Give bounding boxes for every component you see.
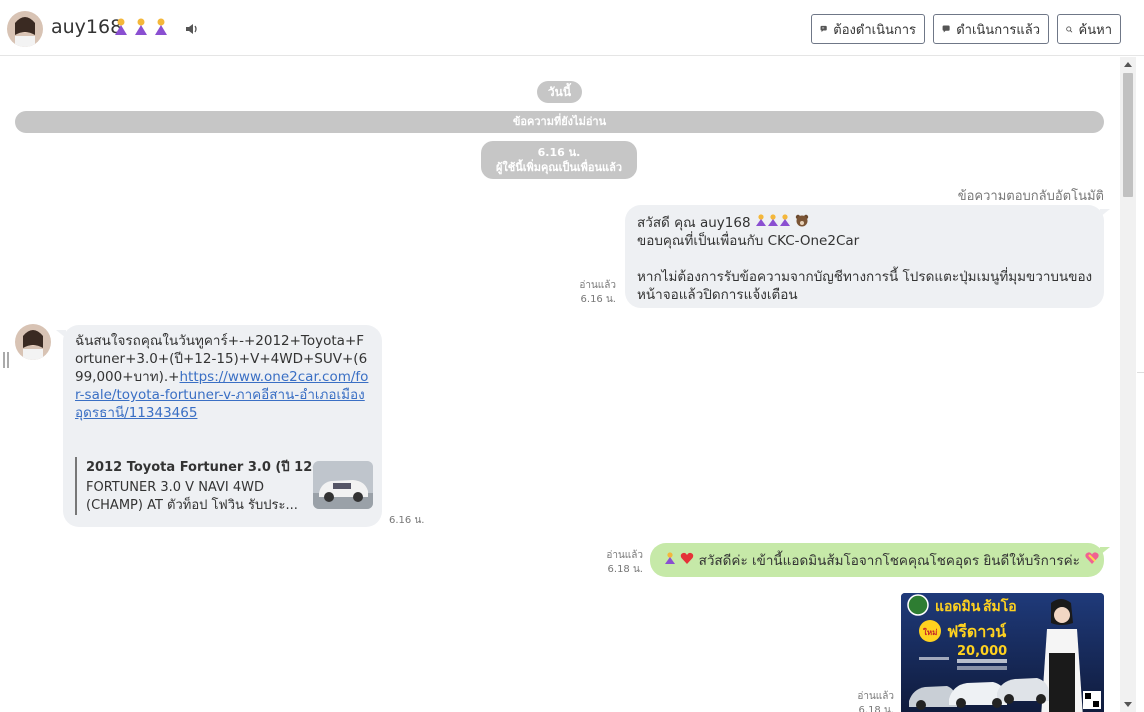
search-icon <box>1066 26 1073 33</box>
praying-icon <box>115 18 127 35</box>
chat-bubble-icon <box>820 25 827 33</box>
avatar[interactable] <box>7 11 43 47</box>
contact-avatar[interactable] <box>15 324 51 360</box>
message-time: 6.16 น. <box>389 515 425 526</box>
bear-icon <box>795 214 809 231</box>
svg-text:แอดมิน: แอดมิน <box>935 599 981 615</box>
unread-bar: ข้อความที่ยังไม่อ่าน <box>15 111 1104 133</box>
read-status: อ่านแล้ว <box>857 691 894 702</box>
message-text: หากไม่ต้องการรับข้อความจากบัญชีทางการนี้… <box>637 269 1093 285</box>
search-button[interactable]: ค้นหา <box>1057 14 1121 44</box>
auto-reply-label: ข้อความตอบกลับอัตโนมัติ <box>957 189 1104 204</box>
system-notice: 6.16 น. ผู้ใช้นี้เพิ่มคุณเป็นเพื่อนแล้ว <box>481 141 637 179</box>
message-text: ขอบคุณที่เป็นเพื่อนกับ CKC-One2Car <box>637 233 860 249</box>
message-text: สวัสดีค่ะ เข้านี้แอดมินส้มโอจากโชคคุณโชค… <box>698 553 1080 569</box>
system-notice-time: 6.16 น. <box>537 146 581 159</box>
chat-scrollbar[interactable] <box>1120 57 1136 712</box>
gift-heart-icon <box>1084 552 1100 569</box>
bubble-tail <box>1100 547 1110 555</box>
message-time: 6.18 น. <box>858 705 894 712</box>
search-button-label: ค้นหา <box>1078 21 1112 37</box>
name-emojis <box>113 18 169 36</box>
svg-text:ใหม่: ใหม่ <box>923 627 937 637</box>
preview-title: 2012 Toyota Fortuner 3.0 (ปี 12-... <box>86 460 333 475</box>
scroll-down-arrow-icon[interactable] <box>1124 702 1132 707</box>
read-status: อ่านแล้ว <box>579 280 616 291</box>
message-bubble[interactable]: ฉันสนใจรถคุณในวันทูคาร์+-+2012+Toyota+Fo… <box>63 325 382 527</box>
praying-icon <box>664 552 676 569</box>
chat-bubble-icon <box>942 25 950 33</box>
scroll-up-arrow-icon[interactable] <box>1124 62 1132 67</box>
praying-icon <box>155 18 167 35</box>
todo-button-label: ต้องดำเนินการ <box>833 21 916 37</box>
chat-header: auy168 ต้องดำเนินการ ดำเนินการแล้ว ค้นหา <box>0 0 1144 56</box>
date-pill: วันนี้ <box>537 81 582 103</box>
scrollbar-thumb[interactable] <box>1123 73 1133 197</box>
image-message[interactable]: แอดมิน ส้มโอ ใหม่ ฟรีดาวน์ 20,000 <box>901 593 1104 712</box>
speaker-icon[interactable] <box>185 21 199 40</box>
bubble-tail <box>1100 209 1110 217</box>
todo-button[interactable]: ต้องดำเนินการ <box>811 14 925 44</box>
heart-icon <box>680 552 694 569</box>
message-time: 6.18 น. <box>607 564 643 575</box>
message-meta: อ่านแล้ว 6.18 น. <box>597 549 643 577</box>
done-button-label: ดำเนินการแล้ว <box>956 21 1040 37</box>
message-bubble[interactable]: สวัสดีค่ะ เข้านี้แอดมินส้มโอจากโชคคุณโชค… <box>650 543 1104 577</box>
message-text: สวัสดี คุณ auy168 <box>637 215 751 231</box>
preview-thumbnail <box>313 461 373 509</box>
system-notice-text: ผู้ใช้นี้เพิ่มคุณเป็นเพื่อนแล้ว <box>495 161 623 174</box>
message-time: 6.16 น. <box>580 294 616 305</box>
svg-text:20,000: 20,000 <box>957 644 1007 659</box>
svg-text:ส้มโอ: ส้มโอ <box>983 597 1017 615</box>
praying-icon <box>135 18 147 35</box>
praying-icon <box>755 214 791 231</box>
divider <box>1137 372 1144 373</box>
resize-handle[interactable] <box>3 352 9 368</box>
svg-text:ฟรีดาวน์: ฟรีดาวน์ <box>947 622 1006 641</box>
message-text: หน้าจอแล้วปิดการแจ้งเตือน <box>637 287 798 303</box>
chat-area[interactable]: วันนี้ ข้อความที่ยังไม่อ่าน 6.16 น. ผู้ใ… <box>0 57 1120 712</box>
link-preview[interactable]: 2012 Toyota Fortuner 3.0 (ปี 12-... FORT… <box>75 457 373 515</box>
contact-name: auy168 <box>51 16 123 38</box>
read-status: อ่านแล้ว <box>606 550 643 561</box>
preview-description: FORTUNER 3.0 V NAVI 4WD (CHAMP) AT ตัวท็… <box>86 480 298 513</box>
message-meta: อ่านแล้ว 6.18 น. <box>848 690 894 712</box>
message-meta: อ่านแล้ว 6.16 น. <box>570 279 616 307</box>
done-button[interactable]: ดำเนินการแล้ว <box>933 14 1049 44</box>
message-bubble[interactable]: สวัสดี คุณ auy168 ขอบคุณที่เป็นเพื่อนกับ… <box>625 205 1104 308</box>
